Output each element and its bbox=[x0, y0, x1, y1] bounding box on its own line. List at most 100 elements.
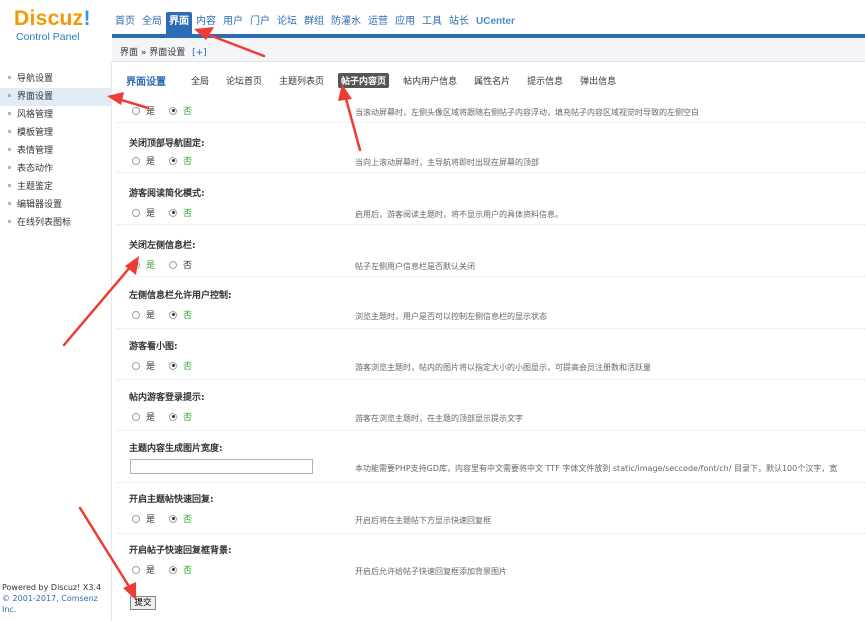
option-yes[interactable]: 是 bbox=[132, 104, 155, 117]
row-divider bbox=[117, 172, 865, 173]
radio-no[interactable] bbox=[169, 361, 178, 370]
setting-label: 关闭顶部导航固定: bbox=[129, 139, 205, 149]
radio-group: 是 否 bbox=[132, 104, 206, 117]
radio-yes[interactable] bbox=[132, 412, 140, 421]
top-nav-tools[interactable]: 工具 bbox=[419, 13, 445, 34]
option-no[interactable]: 否 bbox=[169, 258, 192, 271]
bullet-icon bbox=[8, 184, 11, 187]
radio-group: 是 否 bbox=[132, 512, 206, 525]
option-no[interactable]: 否 bbox=[169, 512, 192, 525]
option-no[interactable]: 否 bbox=[169, 359, 192, 372]
copyright-text: © 2001-2017, Comsenz Inc. bbox=[2, 594, 98, 614]
radio-no[interactable] bbox=[169, 208, 178, 217]
sidebar-menu: 导航设置 界面设置 风格管理 模板管理 表情管理 表态动作 主题鉴定 编辑器设置… bbox=[0, 70, 111, 232]
option-yes[interactable]: 是 bbox=[132, 154, 155, 167]
breadcrumb: 界面 » 界面设置 [+] bbox=[112, 38, 865, 62]
top-nav-users[interactable]: 用户 bbox=[220, 13, 246, 34]
submit-button[interactable]: 提交 bbox=[130, 596, 156, 610]
option-yes[interactable]: 是 bbox=[132, 258, 155, 271]
tab-global[interactable]: 全局 bbox=[188, 73, 212, 88]
top-nav-admin[interactable]: 站长 bbox=[446, 13, 472, 34]
setting-description: 当滚动屏幕时，左侧头像区域将跟随右侧帖子内容浮动，填充帖子内容区域视觉时导致的左… bbox=[355, 108, 699, 117]
option-no[interactable]: 否 bbox=[169, 154, 192, 167]
radio-no[interactable] bbox=[169, 156, 178, 165]
option-yes[interactable]: 是 bbox=[132, 359, 155, 372]
setting-description: 开启后将在主题帖下方显示快速回复框 bbox=[355, 516, 491, 525]
option-yes[interactable]: 是 bbox=[132, 410, 155, 423]
radio-group: 是 否 bbox=[132, 359, 206, 372]
setting-description: 启用后，游客阅读主题时，将不显示用户的具体资料信息。 bbox=[355, 210, 563, 219]
radio-yes[interactable] bbox=[132, 514, 140, 523]
radio-yes[interactable] bbox=[132, 260, 140, 269]
row-divider bbox=[117, 430, 865, 431]
row-divider bbox=[117, 482, 865, 483]
top-nav-forum[interactable]: 论坛 bbox=[274, 13, 300, 34]
option-yes[interactable]: 是 bbox=[132, 206, 155, 219]
setting-description: 本功能需要PHP支持GD库，内容里有中文需要将中文 TTF 字体文件放到 sta… bbox=[355, 464, 838, 473]
option-yes[interactable]: 是 bbox=[132, 308, 155, 321]
sidebar-item-style-manage[interactable]: 风格管理 bbox=[0, 106, 111, 124]
option-yes[interactable]: 是 bbox=[132, 563, 155, 576]
image-width-input[interactable] bbox=[130, 459, 313, 474]
tab-messages[interactable]: 提示信息 bbox=[524, 73, 566, 88]
radio-no[interactable] bbox=[169, 565, 178, 574]
bullet-icon bbox=[8, 202, 11, 205]
bullet-icon bbox=[8, 220, 11, 223]
sidebar-item-interface-settings[interactable]: 界面设置 bbox=[0, 88, 111, 106]
tab-thread-list[interactable]: 主题列表页 bbox=[276, 73, 327, 88]
setting-description: 开启后允许给帖子快速回复框添加背景图片 bbox=[355, 567, 507, 576]
radio-group: 是 否 bbox=[132, 206, 206, 219]
radio-no[interactable] bbox=[169, 106, 178, 115]
radio-yes[interactable] bbox=[132, 361, 140, 370]
top-nav-anti-spam[interactable]: 防灌水 bbox=[328, 13, 364, 34]
top-nav-home[interactable]: 首页 bbox=[112, 13, 138, 34]
tab-forum-home[interactable]: 论坛首页 bbox=[223, 73, 265, 88]
top-nav-portal[interactable]: 门户 bbox=[247, 13, 273, 34]
option-no[interactable]: 否 bbox=[169, 563, 192, 576]
sidebar-item-online-list-icons[interactable]: 在线列表图标 bbox=[0, 214, 111, 232]
sidebar-item-click-actions[interactable]: 表态动作 bbox=[0, 160, 111, 178]
tab-popup-info[interactable]: 弹出信息 bbox=[577, 73, 619, 88]
tab-post-content[interactable]: 帖子内容页 bbox=[338, 72, 390, 88]
top-nav-apps[interactable]: 应用 bbox=[392, 13, 418, 34]
radio-no[interactable] bbox=[169, 260, 178, 269]
sidebar-item-navigation[interactable]: 导航设置 bbox=[0, 70, 111, 88]
radio-yes[interactable] bbox=[132, 565, 140, 574]
tab-profile-card[interactable]: 属性名片 bbox=[471, 73, 513, 88]
option-no[interactable]: 否 bbox=[169, 308, 192, 321]
option-no[interactable]: 否 bbox=[169, 206, 192, 219]
top-nav-operations[interactable]: 运营 bbox=[365, 13, 391, 34]
top-nav-ucenter[interactable]: UCenter bbox=[473, 13, 518, 34]
setting-label: 游客阅读简化模式: bbox=[129, 189, 205, 199]
bullet-icon bbox=[8, 130, 11, 133]
radio-no[interactable] bbox=[169, 310, 178, 319]
sidebar-footer: Powered by Discuz! X3.4 © 2001-2017, Com… bbox=[2, 582, 111, 615]
radio-yes[interactable] bbox=[132, 156, 140, 165]
sidebar: 导航设置 界面设置 风格管理 模板管理 表情管理 表态动作 主题鉴定 编辑器设置… bbox=[0, 62, 112, 621]
top-nav: 首页 全局 界面 内容 用户 门户 论坛 群组 防灌水 运营 应用 工具 站长 … bbox=[112, 12, 519, 34]
radio-group: 是 否 bbox=[132, 154, 206, 167]
top-nav-interface[interactable]: 界面 bbox=[166, 12, 192, 34]
top-nav-content[interactable]: 内容 bbox=[193, 13, 219, 34]
discuz-logo[interactable]: Discuz! Control Panel bbox=[14, 8, 91, 43]
tab-post-user-info[interactable]: 帖内用户信息 bbox=[400, 73, 460, 88]
option-no[interactable]: 否 bbox=[169, 104, 192, 117]
radio-no[interactable] bbox=[169, 412, 178, 421]
top-nav-groups[interactable]: 群组 bbox=[301, 13, 327, 34]
sidebar-item-thread-stamp[interactable]: 主题鉴定 bbox=[0, 178, 111, 196]
top-nav-global[interactable]: 全局 bbox=[139, 13, 165, 34]
radio-no[interactable] bbox=[169, 514, 178, 523]
sidebar-item-template-manage[interactable]: 模板管理 bbox=[0, 124, 111, 142]
setting-description: 游客在浏览主题时，在主题的顶部显示提示文字 bbox=[355, 414, 523, 423]
sidebar-item-editor-settings[interactable]: 编辑器设置 bbox=[0, 196, 111, 214]
setting-label: 左侧信息栏允许用户控制: bbox=[129, 291, 232, 301]
option-yes[interactable]: 是 bbox=[132, 512, 155, 525]
breadcrumb-add-button[interactable]: [+] bbox=[192, 48, 207, 58]
radio-yes[interactable] bbox=[132, 208, 140, 217]
row-divider bbox=[117, 328, 865, 329]
option-no[interactable]: 否 bbox=[169, 410, 192, 423]
radio-yes[interactable] bbox=[132, 106, 140, 115]
radio-yes[interactable] bbox=[132, 310, 140, 319]
sidebar-item-smiley-manage[interactable]: 表情管理 bbox=[0, 142, 111, 160]
bullet-icon bbox=[8, 112, 11, 115]
